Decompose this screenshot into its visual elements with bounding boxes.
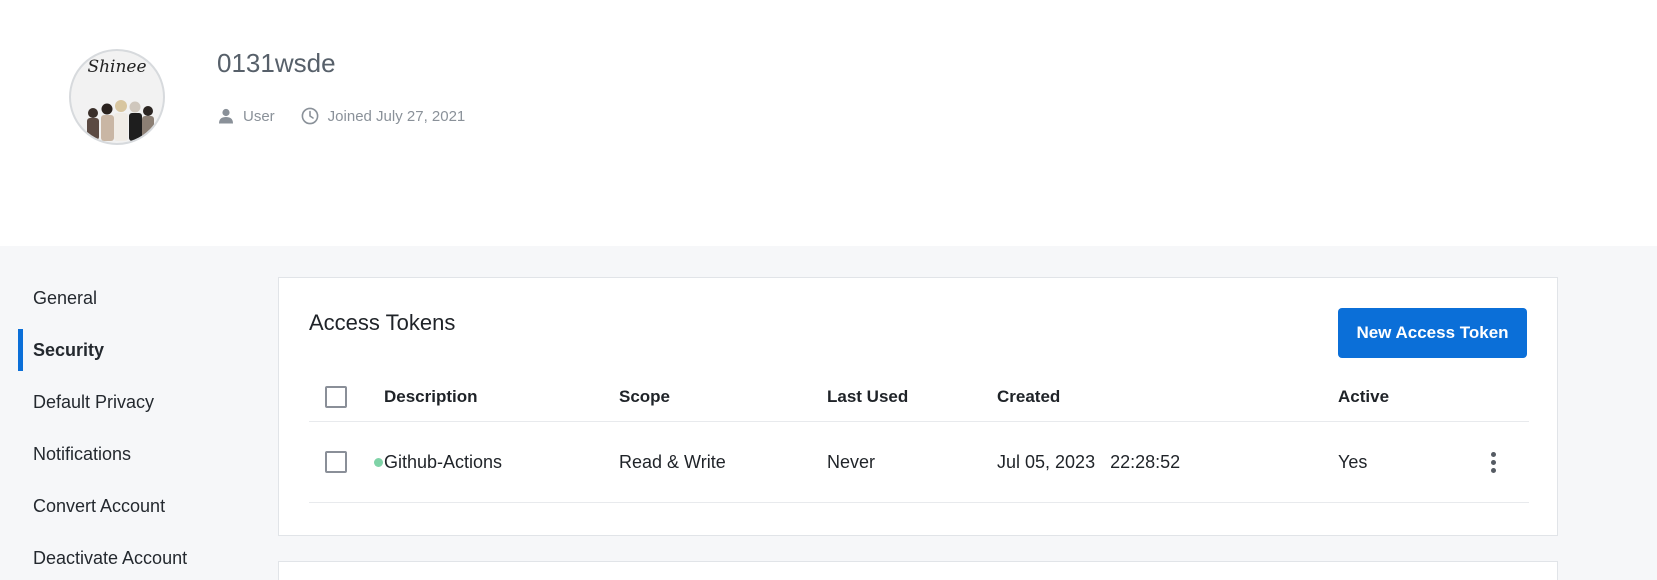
token-active: Yes [1338,451,1368,472]
page-title: 0131wsde [217,48,336,78]
user-icon [219,108,233,124]
row-actions-cell [1483,422,1503,502]
select-all-checkbox[interactable] [325,385,347,408]
kebab-menu-icon[interactable] [1483,447,1503,477]
token-created-time: 22:28:52 [1110,451,1181,472]
avatar[interactable]: Shinee [69,49,165,145]
sidebar-item-deactivate-account[interactable]: Deactivate Account [18,537,248,579]
sidebar-item-convert-account[interactable]: Convert Account [18,485,248,527]
column-header-active[interactable]: Active [1338,372,1389,421]
token-scope: Read & Write [619,451,726,472]
sidebar-item-notifications[interactable]: Notifications [18,433,248,475]
table-header-row: Description Scope Last Used Created Acti… [309,372,1529,422]
column-header-last-used[interactable]: Last Used [827,372,908,421]
sidebar-item-default-privacy[interactable]: Default Privacy [18,381,248,423]
new-access-token-button[interactable]: New Access Token [1338,308,1527,358]
column-header-created[interactable]: Created [997,372,1060,421]
role-meta: User [218,108,275,125]
access-tokens-card: Access Tokens New Access Token Descripti… [278,277,1558,536]
sidebar-item-label: Deactivate Account [33,547,188,568]
token-created-date: Jul 05, 2023 [997,451,1096,472]
sidebar-item-general[interactable]: General [18,277,248,319]
access-tokens-title: Access Tokens [309,310,456,335]
sidebar-item-label: Notifications [33,443,132,464]
next-settings-card [278,561,1558,580]
joined-meta: Joined July 27, 2021 [301,107,466,125]
column-header-scope[interactable]: Scope [619,372,670,421]
sidebar-item-label: General [33,287,98,308]
avatar-photo [87,100,154,141]
sidebar-item-security[interactable]: Security [18,329,248,371]
token-created: Jul 05, 2023 22:28:52 [997,422,1180,502]
token-description: Github-Actions [384,451,503,472]
access-tokens-table: Description Scope Last Used Created Acti… [309,372,1529,503]
table-row: Github-Actions Read & Write Never Jul 05… [309,422,1529,503]
sidebar-item-label: Default Privacy [33,391,155,412]
select-all-cell [325,372,347,421]
column-header-description[interactable]: Description [384,372,478,421]
sidebar-item-label: Convert Account [33,495,166,516]
token-last-used: Never [827,451,876,472]
role-label: User [243,107,275,125]
status-active-dot [374,457,383,467]
joined-label: Joined July 27, 2021 [327,107,466,125]
profile-meta: User Joined July 27, 2021 [218,107,491,125]
settings-area: General Security Default Privacy Notific… [0,246,1657,580]
profile-header: Shinee 0131wsde User Joined July 27, 202… [0,0,1657,246]
sidebar-item-label: Security [33,339,105,360]
clock-icon [301,107,319,125]
